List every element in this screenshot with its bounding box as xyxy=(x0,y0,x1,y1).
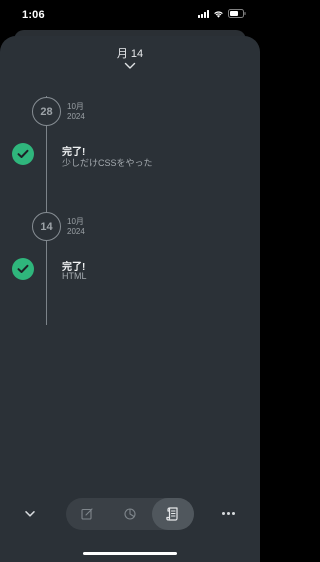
entry-subtitle: 少しだけCSSをやった xyxy=(62,158,153,168)
more-icon[interactable] xyxy=(222,512,235,515)
date-month-year: 10月 2024 xyxy=(67,102,85,122)
chevron-down-icon[interactable] xyxy=(24,510,36,518)
date-year: 2024 xyxy=(67,112,85,121)
history-tab[interactable] xyxy=(152,498,194,530)
entry-subtitle: HTML xyxy=(62,271,87,281)
view-switcher xyxy=(66,498,194,530)
check-icon[interactable] xyxy=(12,258,34,280)
month-title: 月 14 xyxy=(116,48,144,60)
signal-icon xyxy=(198,9,209,18)
date-day: 28 xyxy=(40,105,53,118)
date-year: 2024 xyxy=(67,227,85,236)
status-bar: 1:06 xyxy=(0,0,260,30)
scroll-icon xyxy=(166,507,178,521)
wifi-icon xyxy=(213,10,224,18)
status-icons xyxy=(198,9,246,18)
date-month: 10月 xyxy=(67,102,84,111)
date-month-year: 10月 2024 xyxy=(67,217,85,237)
date-month: 10月 xyxy=(67,217,84,226)
chevron-down-icon[interactable] xyxy=(124,62,136,70)
home-indicator xyxy=(83,552,177,555)
edit-tab[interactable] xyxy=(66,498,108,530)
battery-icon xyxy=(228,9,246,18)
date-circle: 14 xyxy=(32,212,61,241)
stats-tab[interactable] xyxy=(109,498,151,530)
edit-icon xyxy=(81,508,93,520)
app-screen: 1:06 月 14 28 10月 2024 完了! 少しだけCSSをやった 14… xyxy=(0,0,260,562)
date-circle: 28 xyxy=(32,97,61,126)
check-icon[interactable] xyxy=(12,143,34,165)
status-time: 1:06 xyxy=(22,9,45,21)
timeline-line xyxy=(46,96,47,325)
date-day: 14 xyxy=(40,220,53,233)
pie-chart-icon xyxy=(124,508,136,520)
